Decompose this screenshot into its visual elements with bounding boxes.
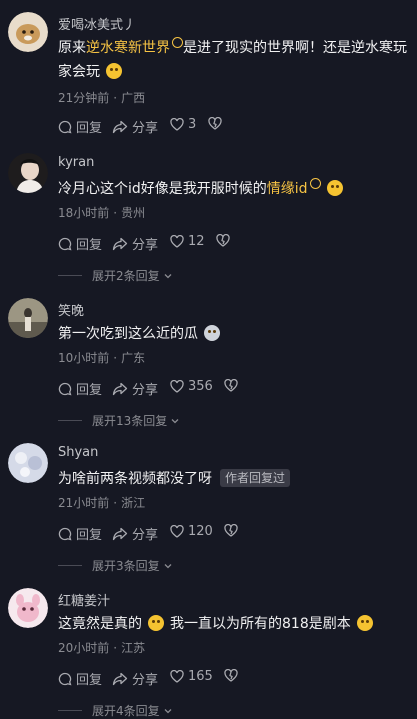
share-icon xyxy=(112,527,128,540)
broken-heart-icon xyxy=(224,669,238,682)
comment-text: 原来逆水寒新世界 是进了现实的世界啊！还是逆水寒玩家会玩 xyxy=(58,36,408,84)
avatar[interactable] xyxy=(8,153,48,193)
like-button[interactable]: 356 xyxy=(170,379,213,394)
author-replied-badge: 作者回复过 xyxy=(220,469,291,487)
divider xyxy=(58,420,82,421)
share-button[interactable]: 分享 xyxy=(112,117,158,136)
reply-button[interactable]: 回复 xyxy=(58,117,102,136)
avatar[interactable] xyxy=(8,12,48,52)
reply-icon xyxy=(58,120,72,133)
broken-heart-icon xyxy=(224,379,238,392)
blush-emoji-icon xyxy=(326,180,343,196)
username[interactable]: kyran xyxy=(58,155,94,170)
heart-icon xyxy=(170,670,184,683)
comment-text: 第一次吃到这么近的瓜 xyxy=(58,322,408,346)
expand-replies-button[interactable]: 展开3条回复 xyxy=(58,557,174,574)
comment-meta: 20小时前 · 江苏 xyxy=(58,641,146,655)
username[interactable]: 爱喝冰美式丿 xyxy=(58,14,136,33)
share-icon xyxy=(112,672,128,685)
like-button[interactable]: 12 xyxy=(170,234,205,249)
dislike-button[interactable] xyxy=(224,524,242,537)
share-icon xyxy=(112,237,128,250)
comment-meta: 18小时前 · 贵州 xyxy=(58,206,146,220)
chevron-down-icon xyxy=(164,563,172,568)
avatar[interactable] xyxy=(8,298,48,338)
share-icon xyxy=(112,382,128,395)
username[interactable]: Shyan xyxy=(58,445,98,460)
share-icon xyxy=(112,120,128,133)
chevron-down-icon xyxy=(164,708,172,713)
expand-replies-button[interactable]: 展开4条回复 xyxy=(58,702,174,719)
reply-button[interactable]: 回复 xyxy=(58,524,102,543)
dislike-button[interactable] xyxy=(224,669,242,682)
comment-meta: 21分钟前 · 广西 xyxy=(58,91,146,105)
comment-text: 这竟然是真的 我一直以为所有的818是剧本 xyxy=(58,612,408,636)
reply-icon xyxy=(58,527,72,540)
heart-icon xyxy=(170,525,184,538)
comment-text: 为啥前两条视频都没了呀 作者回复过 xyxy=(58,467,408,491)
divider xyxy=(58,275,82,276)
broken-heart-icon xyxy=(224,524,238,537)
broken-heart-icon xyxy=(216,234,230,247)
heart-icon xyxy=(170,235,184,248)
comment-text: 冷月心这个id好像是我开服时候的情缘id xyxy=(58,177,408,201)
expand-replies-button[interactable]: 展开2条回复 xyxy=(58,267,174,284)
like-button[interactable]: 120 xyxy=(170,524,213,539)
like-button[interactable]: 3 xyxy=(170,117,196,132)
search-link[interactable]: 情缘id xyxy=(267,181,308,197)
expand-replies-button[interactable]: 展开13条回复 xyxy=(58,412,181,429)
laugh-emoji-icon xyxy=(356,615,373,631)
laugh-emoji-icon xyxy=(148,615,164,631)
reply-icon xyxy=(58,237,72,250)
smile-emoji-icon xyxy=(106,63,122,79)
reply-icon xyxy=(58,382,72,395)
reply-button[interactable]: 回复 xyxy=(58,669,102,688)
chevron-down-icon xyxy=(171,418,179,423)
username[interactable]: 笑晚 xyxy=(58,300,84,319)
search-link[interactable]: 逆水寒新世界 xyxy=(86,40,170,56)
share-button[interactable]: 分享 xyxy=(112,379,158,398)
reply-button[interactable]: 回复 xyxy=(58,234,102,253)
like-button[interactable]: 165 xyxy=(170,669,213,684)
share-button[interactable]: 分享 xyxy=(112,234,158,253)
broken-heart-icon xyxy=(208,117,222,130)
heart-icon xyxy=(170,380,184,393)
search-icon xyxy=(172,37,183,48)
melon-emoji-icon xyxy=(204,325,220,341)
reply-button[interactable]: 回复 xyxy=(58,379,102,398)
share-button[interactable]: 分享 xyxy=(112,669,158,688)
avatar[interactable] xyxy=(8,443,48,483)
heart-icon xyxy=(170,118,184,131)
search-icon xyxy=(309,178,321,189)
comment-meta: 21小时前 · 浙江 xyxy=(58,496,146,510)
username[interactable]: 红糖姜汁 xyxy=(58,590,110,609)
dislike-button[interactable] xyxy=(224,379,242,392)
comment-meta: 10小时前 · 广东 xyxy=(58,351,146,365)
reply-icon xyxy=(58,672,72,685)
divider xyxy=(58,565,82,566)
avatar[interactable] xyxy=(8,588,48,628)
dislike-button[interactable] xyxy=(208,117,226,130)
chevron-down-icon xyxy=(164,273,172,278)
divider xyxy=(58,710,82,711)
dislike-button[interactable] xyxy=(216,234,234,247)
share-button[interactable]: 分享 xyxy=(112,524,158,543)
